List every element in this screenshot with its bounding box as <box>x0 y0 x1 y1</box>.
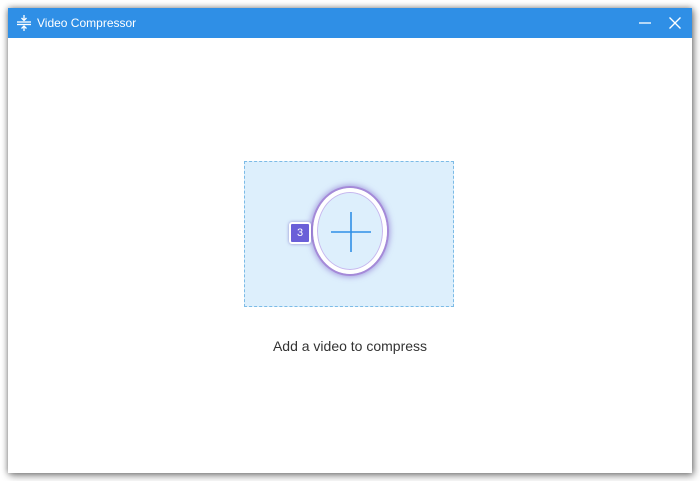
compress-arrows-icon <box>17 15 31 31</box>
window-title: Video Compressor <box>37 16 137 30</box>
app-window: Video Compressor 3 Add a video to compre… <box>8 8 692 473</box>
step-badge: 3 <box>289 222 311 244</box>
plus-icon[interactable] <box>329 210 373 254</box>
add-video-hint: Add a video to compress <box>272 338 428 354</box>
minimize-icon <box>639 22 651 24</box>
minimize-button[interactable] <box>630 8 660 38</box>
add-video-drop-zone[interactable]: 3 <box>244 161 454 307</box>
title-bar[interactable]: Video Compressor <box>8 8 692 38</box>
close-icon <box>669 17 681 29</box>
close-button[interactable] <box>660 8 690 38</box>
